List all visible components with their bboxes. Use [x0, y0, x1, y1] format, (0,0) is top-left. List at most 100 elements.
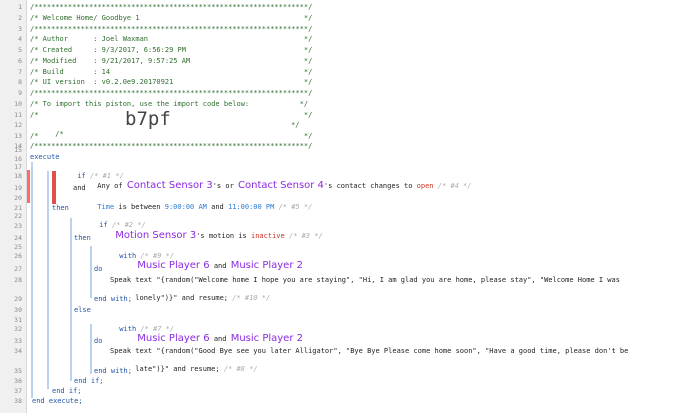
if1-block-bar	[47, 171, 49, 389]
time-start[interactable]: 9:00:00 AM	[165, 203, 207, 211]
device-music-player-6-b[interactable]: Music Player 6	[137, 333, 209, 344]
line-number: 1	[18, 3, 22, 11]
end-with-2[interactable]: end with;	[94, 367, 132, 376]
line-number: 35	[14, 367, 22, 375]
time-keyword: Time	[97, 203, 115, 211]
line-number: 6	[18, 57, 22, 65]
line-number: 7	[18, 68, 22, 76]
device-contact-sensor-4[interactable]: Contact Sensor 4	[238, 180, 324, 191]
end-with-1[interactable]: end with;	[94, 295, 132, 304]
line-number: 32	[14, 325, 22, 333]
speak-text-2[interactable]: Speak text "{random("Good Bye see you la…	[110, 347, 628, 356]
line-number: 38	[14, 397, 22, 405]
if2-block-bar	[70, 218, 72, 381]
if-statement-2[interactable]: if /* #2 */	[74, 212, 145, 229]
end-execute[interactable]: end execute;	[32, 397, 83, 406]
line-number: 9	[18, 89, 22, 97]
comment-5: /* #5 */	[278, 203, 313, 211]
import-code[interactable]: b7pf	[125, 110, 171, 129]
device-music-player-2-b[interactable]: Music Player 2	[231, 333, 303, 344]
line-number: 23	[14, 222, 22, 230]
and-operator[interactable]: and	[73, 184, 86, 193]
device-music-player-2[interactable]: Music Player 2	[231, 260, 303, 271]
end-if-1[interactable]: end if;	[52, 387, 82, 396]
and-label-3: and	[213, 262, 227, 270]
speak-text-2-cont[interactable]: late")}" and resume; /* #8 */	[110, 356, 257, 373]
line-number: 4	[18, 35, 22, 43]
condition-motion[interactable]: Motion Sensor 3's motion is inactive /* …	[90, 222, 322, 241]
line-number: 30	[14, 306, 22, 314]
line-number: 19	[14, 184, 22, 192]
line-number: 3	[18, 25, 22, 33]
comment-3: /* #3 */	[288, 232, 323, 240]
header-line-2: /* Welcome Home/ Goodbye 1 */	[30, 14, 313, 22]
device-music-player-6[interactable]: Music Player 6	[137, 260, 209, 271]
and-label: and	[211, 203, 224, 211]
end-if-2[interactable]: end if;	[74, 377, 104, 386]
line-number: 33	[14, 337, 22, 345]
condition-time[interactable]: Time is between 9:00:00 AM and 11:00:00 …	[72, 194, 312, 211]
with2-block-bar	[90, 324, 92, 374]
with-statement-2[interactable]: with /* #7 */	[94, 316, 174, 333]
between-label: is between	[118, 203, 161, 211]
comment-10: /* #10 */	[232, 294, 271, 302]
header-line-12: /*	[30, 121, 63, 138]
speak-text-1-cont[interactable]: lonely")}" and resume; /* #10 */	[110, 285, 270, 302]
line-number: 13	[14, 132, 22, 140]
else-keyword[interactable]: else	[74, 306, 91, 315]
time-end[interactable]: 11:00:00 PM	[228, 203, 274, 211]
contact-changes-label: 's contact changes to	[323, 182, 413, 190]
line-number: 27	[14, 265, 22, 273]
line-number: 10	[14, 100, 22, 108]
header-line-1: /***************************************…	[30, 3, 313, 11]
then-keyword-2[interactable]: then	[74, 234, 91, 243]
line-number: 2	[18, 14, 22, 22]
comment-4: /* #4 */	[437, 182, 472, 190]
header-line-4: /* Author : Joel Waxman */	[30, 35, 313, 43]
code-area: /***************************************…	[30, 0, 690, 413]
header-line-8: /* UI version : v0.2.0e9.20170921 */	[30, 78, 313, 86]
with-devices-1[interactable]: Music Player 6 and Music Player 2	[112, 252, 303, 271]
line-number: 34	[14, 347, 22, 355]
or-label: 's or	[212, 182, 234, 190]
execute-keyword[interactable]: execute	[30, 153, 60, 162]
header-line-11: /* */	[30, 111, 313, 119]
line-number-gutter: 1 2 3 4 5 6 7 8 9 10 11 12 13 14 15 16 17 18 19 20 21 22 23 24 2…	[0, 0, 27, 413]
code-editor: 1 2 3 4 5 6 7 8 9 10 11 12 13 14 15 16 17 18 19 20 21 22 23 24 2…	[0, 0, 690, 413]
comment-8: /* #8 */	[223, 365, 258, 373]
line-number: 24	[14, 234, 22, 242]
speak-text-1[interactable]: Speak text "{random("Welcome home I hope…	[110, 276, 620, 285]
device-contact-sensor-3[interactable]: Contact Sensor 3	[127, 180, 213, 191]
line-number: 26	[14, 252, 22, 260]
line-number: 20	[14, 194, 22, 202]
do-keyword-2[interactable]: do	[94, 337, 102, 346]
header-line-3: /***************************************…	[30, 25, 313, 33]
with-statement-1[interactable]: with /* #9 */	[94, 243, 174, 260]
line-number: 25	[14, 243, 22, 251]
line-number: 12	[14, 121, 22, 129]
line-number: 18	[14, 172, 22, 180]
if-statement-1[interactable]: if /* #1 */	[52, 163, 123, 180]
header-line-7: /* Build : 14 */	[30, 68, 313, 76]
motion-is-label: 's motion is	[196, 232, 247, 240]
condition-contact[interactable]: Any of Contact Sensor 3's or Contact Sen…	[72, 172, 471, 191]
line-number: 5	[18, 46, 22, 54]
with1-block-bar	[90, 246, 92, 298]
then-keyword-1[interactable]: then	[52, 204, 69, 213]
execute-block-bar	[31, 162, 33, 398]
device-motion-sensor-3[interactable]: Motion Sensor 3	[115, 230, 196, 241]
header-line-5: /* Created : 9/3/2017, 6:56:29 PM */	[30, 46, 313, 54]
line-number: 31	[14, 316, 22, 324]
do-keyword-1[interactable]: do	[94, 265, 102, 274]
value-inactive[interactable]: inactive	[251, 232, 285, 240]
header-line-9: /***************************************…	[30, 89, 313, 97]
any-of-label: Any of	[97, 182, 123, 190]
with-devices-2[interactable]: Music Player 6 and Music Player 2	[112, 325, 303, 344]
line-number: 29	[14, 295, 22, 303]
line-number: 36	[14, 377, 22, 385]
speak-text-1-tail: lonely")}" and resume;	[135, 294, 229, 302]
line-number: 15	[14, 146, 22, 154]
header-line-13: /* */	[30, 132, 313, 140]
value-open[interactable]: open	[417, 182, 434, 190]
header-line-14: /***************************************…	[30, 142, 313, 150]
